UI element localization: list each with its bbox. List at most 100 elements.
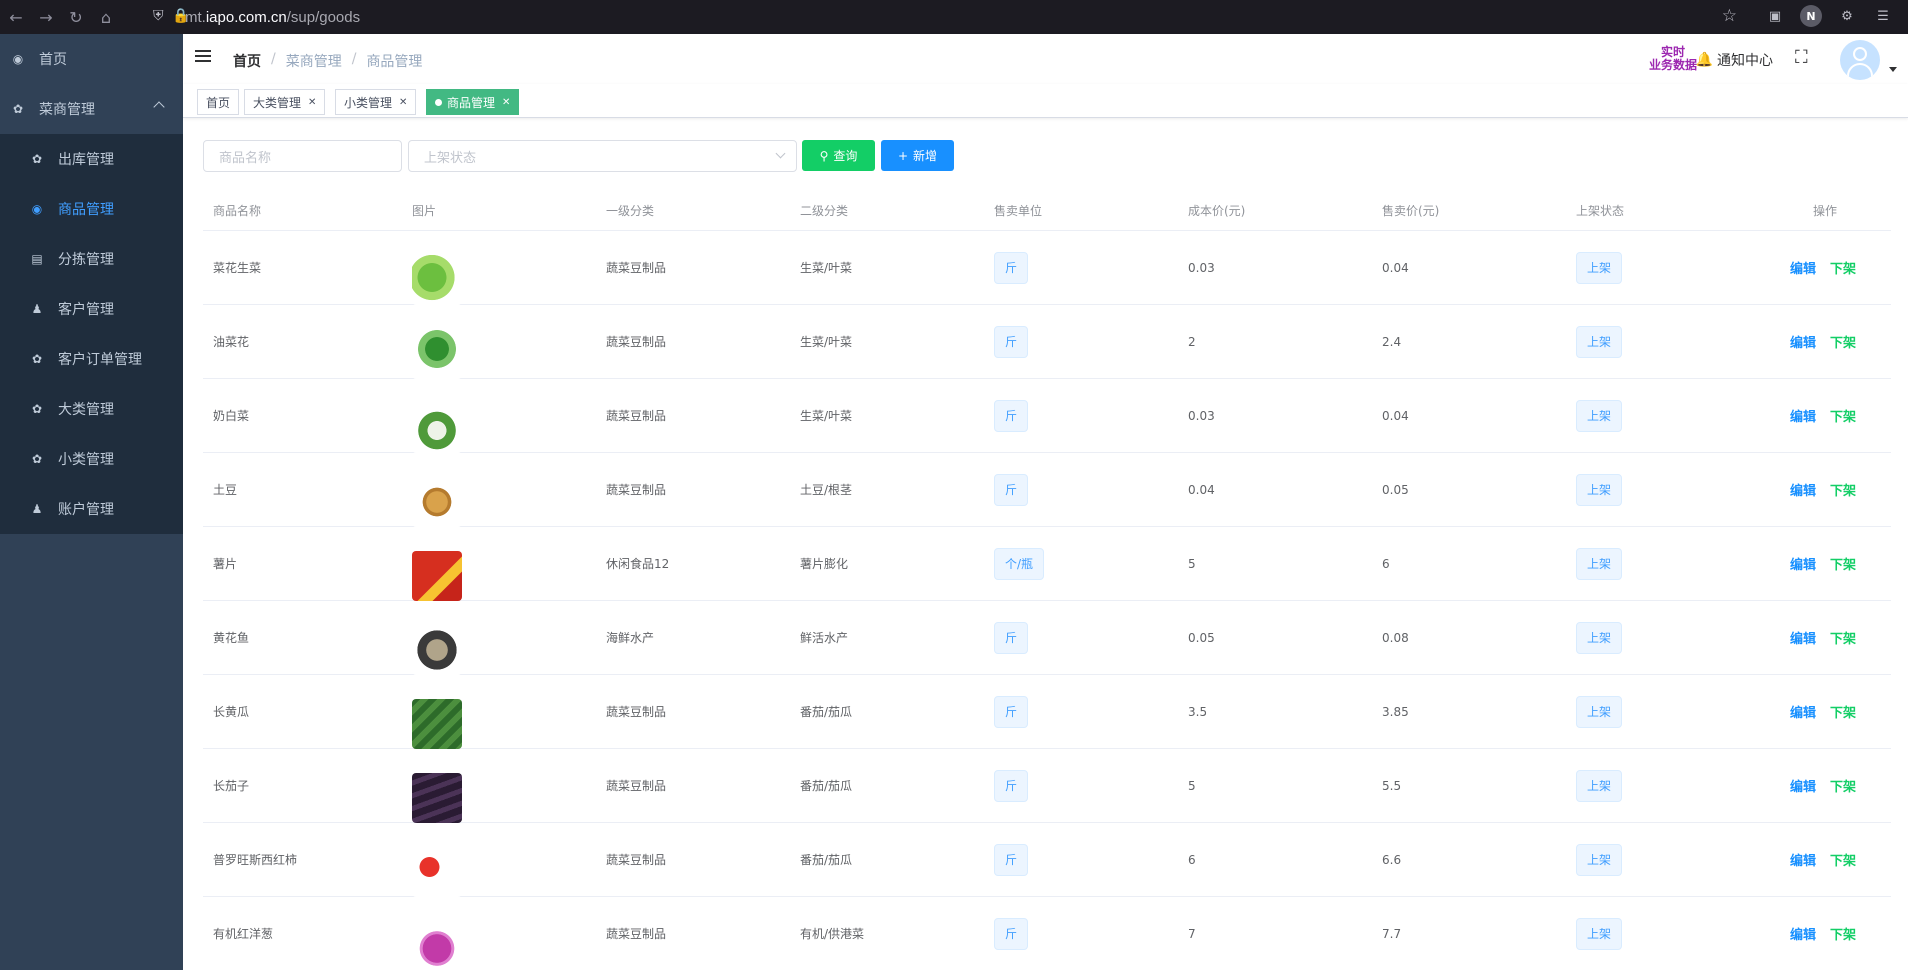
table-row: 有机红洋葱 蔬菜豆制品 有机/供港菜 斤 7 7.7 上架 编辑 下架 — [203, 897, 1891, 970]
offshelf-button[interactable]: 下架 — [1830, 632, 1856, 647]
unit-tag: 斤 — [994, 325, 1029, 358]
tag-minor-category[interactable]: 小类管理 ✕ — [335, 89, 417, 115]
table-header: 商品名称 图片 一级分类 二级分类 售卖单位 成本价(元) 售卖价(元) 上架状… — [203, 191, 1891, 231]
caret-down-icon[interactable] — [1889, 67, 1897, 72]
column-header: 上架状态 — [1576, 204, 1625, 218]
cost-price: 0.03 — [1188, 260, 1215, 275]
goods-name: 长黄瓜 — [213, 705, 250, 719]
address-bar[interactable]: ⛨ 🔒 mt.iapo.com.cn/sup/goods ☆ — [145, 2, 1745, 32]
active-dot-icon — [435, 98, 442, 106]
tag-home[interactable]: 首页 — [197, 89, 240, 115]
sidebar-item-home[interactable]: ◉ 首页 — [0, 34, 183, 84]
column-header: 售卖价(元) — [1382, 204, 1440, 218]
goods-image-croaker[interactable] — [412, 624, 462, 675]
table-body: 菜花生菜 蔬菜豆制品 生菜/叶菜斤 0.03 0.04 上架 编辑 下架 油菜花 蔬菜豆制品 生菜/… — [203, 231, 1891, 970]
forward-icon[interactable]: → — [32, 3, 60, 31]
close-icon[interactable]: ✕ — [502, 97, 510, 108]
account-icon[interactable]: N — [1800, 5, 1822, 27]
sidebar-item-minor-category[interactable]: ✿ 小类管理 — [0, 434, 183, 484]
sidebar-item-sorting[interactable]: ▤ 分拣管理 — [0, 234, 183, 284]
offshelf-button[interactable]: 下架 — [1830, 780, 1856, 795]
unit-tag: 个/瓶 — [994, 547, 1045, 580]
category-level2: 生菜/叶菜 — [800, 261, 853, 275]
query-button[interactable]: ⚲ 查询 — [802, 140, 875, 171]
goods-image-chips[interactable] — [412, 550, 462, 601]
goods-image-tomato[interactable] — [412, 846, 462, 897]
edit-button[interactable]: 编辑 — [1790, 336, 1816, 351]
offshelf-button[interactable]: 下架 — [1830, 336, 1856, 351]
category-level1: 蔬菜豆制品 — [606, 335, 667, 349]
goods-name-input[interactable]: 商品名称 — [203, 140, 402, 172]
avatar[interactable] — [1840, 40, 1880, 80]
edit-button[interactable]: 编辑 — [1790, 854, 1816, 869]
notification-center[interactable]: 🔔 通知中心 — [1696, 50, 1773, 70]
home-icon[interactable]: ⌂ — [92, 3, 120, 31]
goods-image-lettuce[interactable] — [412, 254, 462, 305]
offshelf-button[interactable]: 下架 — [1830, 262, 1856, 277]
sidebar-item-accounts[interactable]: ♟ 账户管理 — [0, 484, 183, 534]
menu-icon[interactable]: ☰ — [1872, 5, 1894, 27]
sidebar-item-customers[interactable]: ♟ 客户管理 — [0, 284, 183, 334]
offshelf-button[interactable]: 下架 — [1830, 484, 1856, 499]
unit-tag: 斤 — [994, 399, 1029, 432]
sidebar-item-customer-orders[interactable]: ✿ 客户订单管理 — [0, 334, 183, 384]
close-icon[interactable]: ✕ — [399, 97, 407, 108]
category-level1: 海鲜水产 — [606, 631, 655, 645]
fullscreen-icon[interactable]: ⛶ — [1795, 48, 1815, 68]
edit-button[interactable]: 编辑 — [1790, 262, 1816, 277]
goods-image-eggplant[interactable] — [412, 772, 462, 823]
back-icon[interactable]: ← — [2, 3, 30, 31]
goods-image-red-onion[interactable] — [412, 920, 462, 970]
goods-name: 长茄子 — [213, 779, 250, 793]
sidebar-item-label: 客户订单管理 — [58, 352, 142, 368]
cost-price: 5 — [1188, 778, 1196, 793]
edit-button[interactable]: 编辑 — [1790, 484, 1816, 499]
offshelf-button[interactable]: 下架 — [1830, 706, 1856, 721]
category-level1: 休闲食品12 — [606, 557, 670, 571]
status-badge: 上架 — [1576, 769, 1623, 802]
edit-button[interactable]: 编辑 — [1790, 706, 1816, 721]
hamburger-icon[interactable] — [195, 50, 211, 64]
sidebar-item-label: 大类管理 — [58, 402, 114, 418]
edit-button[interactable]: 编辑 — [1790, 632, 1816, 647]
goods-image-rape-flower[interactable] — [412, 328, 462, 379]
sidebar-item-outbound[interactable]: ✿ 出库管理 — [0, 134, 183, 184]
sidebar-item-major-category[interactable]: ✿ 大类管理 — [0, 384, 183, 434]
bookmark-star-icon[interactable]: ☆ — [1722, 6, 1737, 26]
pocket-icon[interactable]: ▣ — [1764, 5, 1786, 27]
cost-price: 0.04 — [1188, 482, 1215, 497]
offshelf-button[interactable]: 下架 — [1830, 928, 1856, 943]
edit-button[interactable]: 编辑 — [1790, 558, 1816, 573]
tag-major-category[interactable]: 大类管理 ✕ — [244, 89, 326, 115]
goods-image-cucumber[interactable] — [412, 698, 462, 749]
close-icon[interactable]: ✕ — [308, 97, 316, 108]
sidebar: ◉ 首页 ✿ 菜商管理 ✿ 出库管理 ◉ 商品管理 ▤ 分拣管理 ♟ 客户管理 … — [0, 34, 183, 970]
extensions-icon[interactable]: ⚙ — [1836, 5, 1858, 27]
goods-image-bok-choy[interactable] — [412, 402, 462, 453]
placeholder: 上架状态 — [424, 150, 477, 166]
offshelf-button[interactable]: 下架 — [1830, 558, 1856, 573]
reload-icon[interactable]: ↻ — [62, 3, 90, 31]
sidebar-item-vendor-management[interactable]: ✿ 菜商管理 — [0, 84, 183, 134]
url-text: mt.iapo.com.cn/sup/goods — [185, 8, 361, 26]
cost-price: 3.5 — [1188, 704, 1208, 719]
edit-button[interactable]: 编辑 — [1790, 928, 1816, 943]
edit-button[interactable]: 编辑 — [1790, 410, 1816, 425]
chevron-up-icon — [153, 101, 165, 113]
offshelf-button[interactable]: 下架 — [1830, 854, 1856, 869]
tag-goods[interactable]: 商品管理 ✕ — [426, 89, 520, 115]
chevron-down-icon — [775, 148, 786, 159]
breadcrumb-home[interactable]: 首页 — [233, 51, 261, 71]
table-row: 长黄瓜 蔬菜豆制品 番茄/茄瓜 斤 3.5 3.85 上架 编辑 下架 — [203, 675, 1891, 749]
category-level2: 薯片膨化 — [800, 557, 849, 571]
add-button[interactable]: + 新增 — [881, 140, 954, 171]
sidebar-item-goods[interactable]: ◉ 商品管理 — [0, 184, 183, 234]
offshelf-button[interactable]: 下架 — [1830, 410, 1856, 425]
shelf-status-select[interactable]: 上架状态 — [408, 140, 797, 172]
realtime-data-link[interactable]: 实时 业务数据 — [1649, 46, 1697, 72]
edit-button[interactable]: 编辑 — [1790, 780, 1816, 795]
category-level2: 生菜/叶菜 — [800, 409, 853, 423]
category-level2: 鲜活水产 — [800, 631, 849, 645]
goods-image-potato[interactable] — [412, 476, 462, 527]
column-header: 一级分类 — [606, 204, 655, 218]
